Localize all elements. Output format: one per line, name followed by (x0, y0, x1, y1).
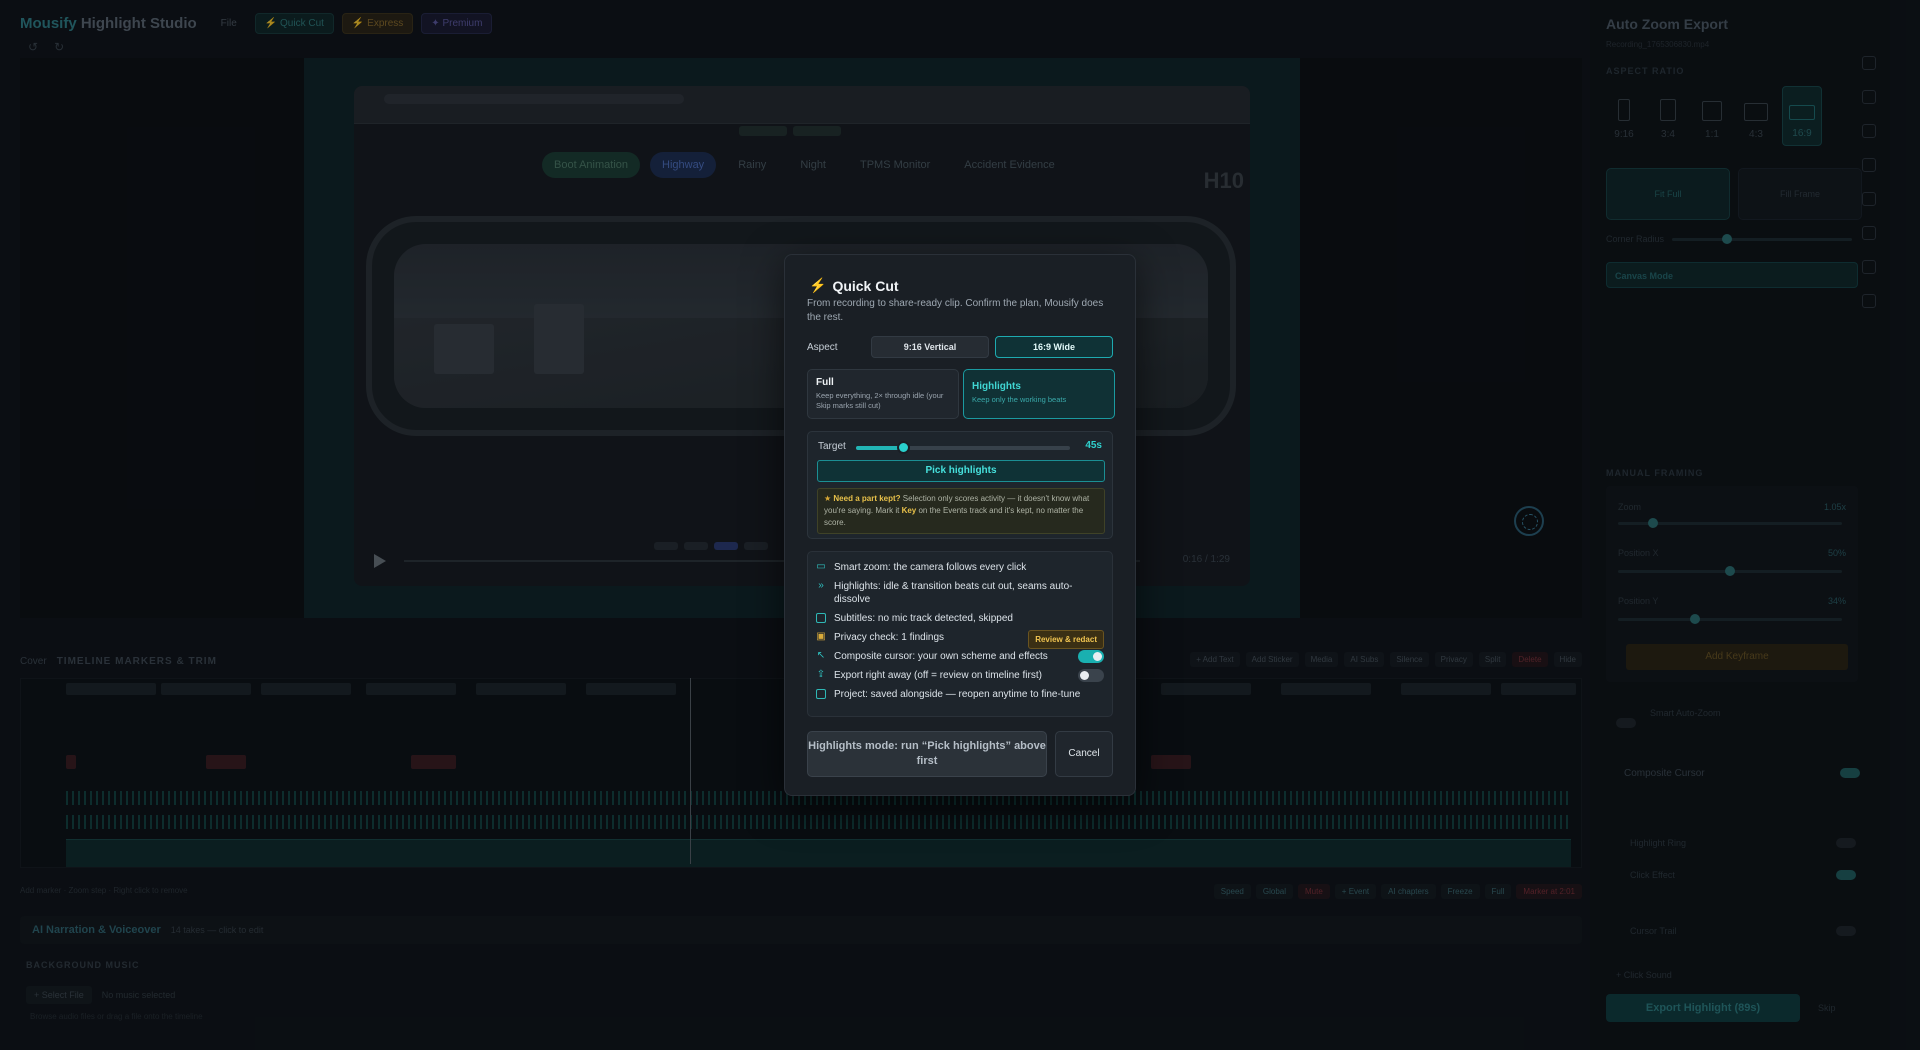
subtitles-icon (816, 613, 826, 623)
star-icon: ★ (824, 494, 834, 503)
cursor-icon: ↖ (816, 650, 826, 661)
key-tip-box: ★ Need a part kept? Selection only score… (817, 488, 1105, 534)
subtitles-text: Subtitles: no mic track detected, skippe… (834, 613, 1013, 624)
camera-icon: ▭ (816, 561, 826, 572)
composite-cursor-switch[interactable] (1078, 650, 1104, 663)
target-slider-fill (856, 446, 904, 450)
target-value: 45s (1085, 440, 1102, 451)
checklist-item: ▭ Smart zoom: the camera follows every c… (808, 558, 1112, 577)
checklist-item: ↖ Composite cursor: your own scheme and … (808, 647, 1112, 666)
export-icon: ⇪ (816, 669, 826, 680)
lock-icon: ▣ (816, 631, 826, 642)
plan-checklist: ▭ Smart zoom: the camera follows every c… (807, 551, 1113, 717)
tip-key: Key (901, 506, 917, 515)
target-slider[interactable] (856, 441, 1070, 454)
project-text: Project: saved alongside — reopen anytim… (834, 689, 1081, 700)
mode-full-card[interactable]: Full Keep everything, 2× through idle (y… (807, 369, 959, 419)
quick-cut-dialog: ⚡ Quick Cut From recording to share-read… (784, 254, 1136, 796)
privacy-text: Privacy check: 1 findings (834, 632, 945, 643)
checklist-item: Project: saved alongside — reopen anytim… (808, 685, 1112, 704)
lightning-icon: ⚡ (809, 277, 827, 293)
mode-full-desc: Keep everything, 2× through idle (your S… (816, 391, 944, 410)
target-slider-knob[interactable] (897, 441, 911, 454)
tip-bold: Need a part kept? (833, 494, 901, 503)
export-now-switch[interactable] (1078, 669, 1104, 682)
export-text: Export right away (off = review on timel… (834, 670, 1042, 681)
app-root: Mousify Highlight Studio File ⚡ Quick Cu… (0, 0, 1920, 1050)
aspect-wide-button[interactable]: 16:9 Wide (995, 336, 1113, 358)
dialog-title: ⚡ Quick Cut (809, 277, 899, 294)
checklist-item: Subtitles: no mic track detected, skippe… (808, 609, 1112, 628)
mode-highlights-desc: Keep only the working beats (972, 395, 1067, 404)
dialog-title-text: Quick Cut (832, 277, 899, 294)
aspect-vertical-button[interactable]: 9:16 Vertical (871, 336, 989, 358)
cancel-button[interactable]: Cancel (1055, 731, 1113, 777)
smart-zoom-text: Smart zoom: the camera follows every cli… (834, 562, 1027, 573)
highlights-text: Highlights: idle & transition beats cut … (834, 581, 1073, 605)
mode-full-title: Full (816, 377, 834, 388)
target-label: Target (818, 441, 846, 452)
dialog-description: From recording to share-ready clip. Conf… (807, 298, 1104, 323)
aspect-label: Aspect (807, 342, 838, 353)
mode-highlights-card[interactable]: Highlights Keep only the working beats (963, 369, 1115, 419)
fast-forward-icon: » (818, 580, 824, 591)
checklist-item: ⇪ Export right away (off = review on tim… (808, 666, 1112, 685)
checklist-item: » Highlights: idle & transition beats cu… (808, 577, 1112, 609)
mode-highlights-title: Highlights (972, 381, 1021, 392)
folder-icon (816, 689, 826, 699)
pick-highlights-button[interactable]: Pick highlights (817, 460, 1105, 482)
run-quick-cut-button[interactable]: Highlights mode: run “Pick highlights” a… (807, 731, 1047, 777)
checklist-item: ▣ Privacy check: 1 findings Review & red… (808, 628, 1112, 649)
cursor-text: Composite cursor: your own scheme and ef… (834, 651, 1048, 662)
target-section: Target 45s Pick highlights ★ Need a part… (807, 431, 1113, 539)
